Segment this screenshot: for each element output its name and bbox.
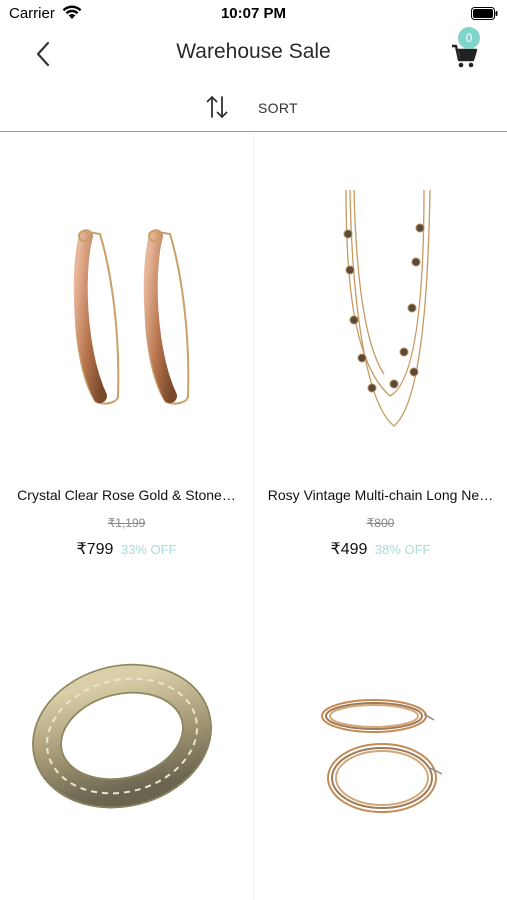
- sort-bar: SORT: [0, 84, 507, 132]
- battery-icon: [471, 7, 498, 20]
- sort-arrows-icon: [206, 96, 228, 118]
- stone-stretch-bracelet-image: [32, 663, 212, 809]
- status-bar: Carrier 10:07 PM: [0, 0, 507, 30]
- sort-button[interactable]: SORT: [200, 90, 310, 124]
- page-title: Warehouse Sale: [176, 40, 331, 63]
- product-card[interactable]: Rosy Vintage Multi-chain Long Ne… ₹800 ₹…: [254, 134, 507, 564]
- product-mrp: ₹800: [366, 516, 395, 530]
- cart-count-badge: 0: [458, 27, 480, 49]
- twisted-hoop-earrings-image: [321, 699, 443, 813]
- multi-chain-long-necklace-image: [343, 189, 431, 427]
- product-grid: Crystal Clear Rose Gold & Stone… ₹1,199 …: [0, 134, 507, 900]
- product-price: ₹799: [76, 541, 114, 558]
- discount-label: 38% OFF: [374, 542, 431, 557]
- nav-header: Warehouse Sale: [0, 30, 507, 76]
- product-name: Crystal Clear Rose Gold & Stone…: [17, 487, 236, 503]
- product-price: ₹499: [330, 541, 368, 558]
- rose-gold-hoop-earrings-image: [73, 229, 190, 405]
- product-card[interactable]: Crystal Clear Rose Gold & Stone… ₹1,199 …: [0, 134, 253, 564]
- clock: 10:07 PM: [220, 5, 287, 22]
- product-name: Rosy Vintage Multi-chain Long Ne…: [267, 487, 494, 503]
- sort-label: SORT: [258, 100, 298, 116]
- product-card[interactable]: [254, 564, 507, 900]
- product-mrp: ₹1,199: [107, 516, 146, 530]
- price-row: ₹499 38% OFF: [254, 539, 507, 559]
- discount-label: 33% OFF: [120, 542, 177, 557]
- price-row: ₹799 33% OFF: [0, 539, 253, 559]
- product-card[interactable]: [0, 564, 253, 900]
